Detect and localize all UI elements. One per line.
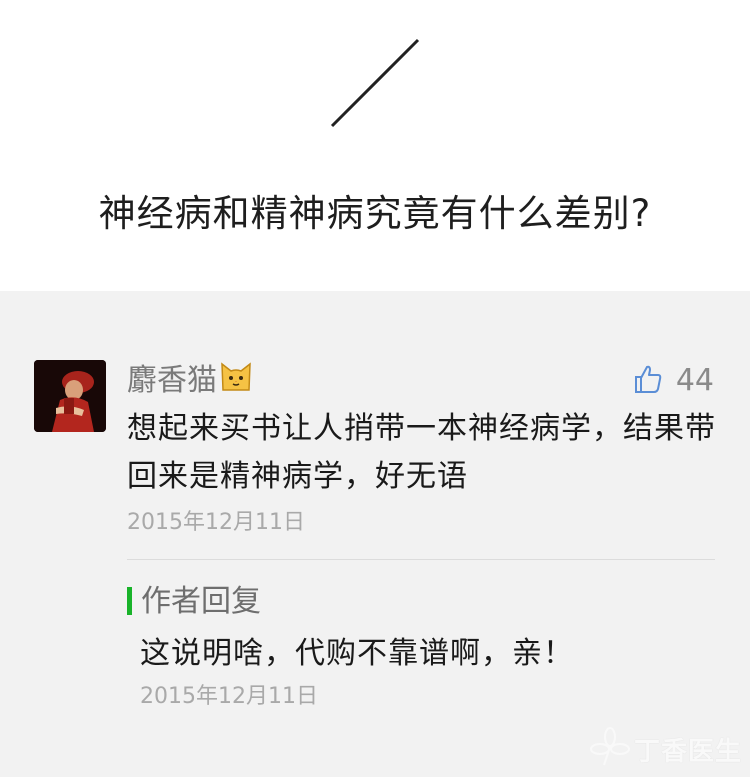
like-count: 44 [675, 363, 714, 398]
reply-text: 这说明啥，代购不靠谱啊，亲！ [140, 636, 574, 671]
watermark-text: 丁香医生 [633, 736, 742, 767]
reply-label: 作者回复 [141, 584, 261, 619]
slash-decoration [330, 38, 420, 128]
comment-username[interactable]: 麝香猫 [127, 360, 253, 403]
reply-date: 2015年12月11日 [140, 684, 318, 709]
cat-face-icon [219, 360, 253, 403]
reply-accent-bar [127, 587, 132, 615]
username-text: 麝香猫 [127, 363, 217, 398]
question-title: 神经病和精神病究竟有什么差别? [98, 192, 652, 235]
watermark: 丁香医生 [589, 727, 742, 771]
comment-text: 想起来买书让人捎带一本神经病学，结果带回来是精神病学，好无语 [127, 411, 716, 494]
like-button[interactable]: 44 [634, 363, 714, 399]
comment-section: 麝香猫 44 想起来买书让人捎带一本神经病学，结果带回来是精神病学，好无语 20… [0, 291, 750, 777]
thumbs-up-icon [634, 364, 662, 398]
comment-date: 2015年12月11日 [127, 510, 305, 535]
avatar[interactable] [34, 360, 106, 432]
divider [127, 559, 715, 560]
flower-logo-icon [589, 727, 630, 771]
article-header: 神经病和精神病究竟有什么差别? [0, 0, 750, 291]
